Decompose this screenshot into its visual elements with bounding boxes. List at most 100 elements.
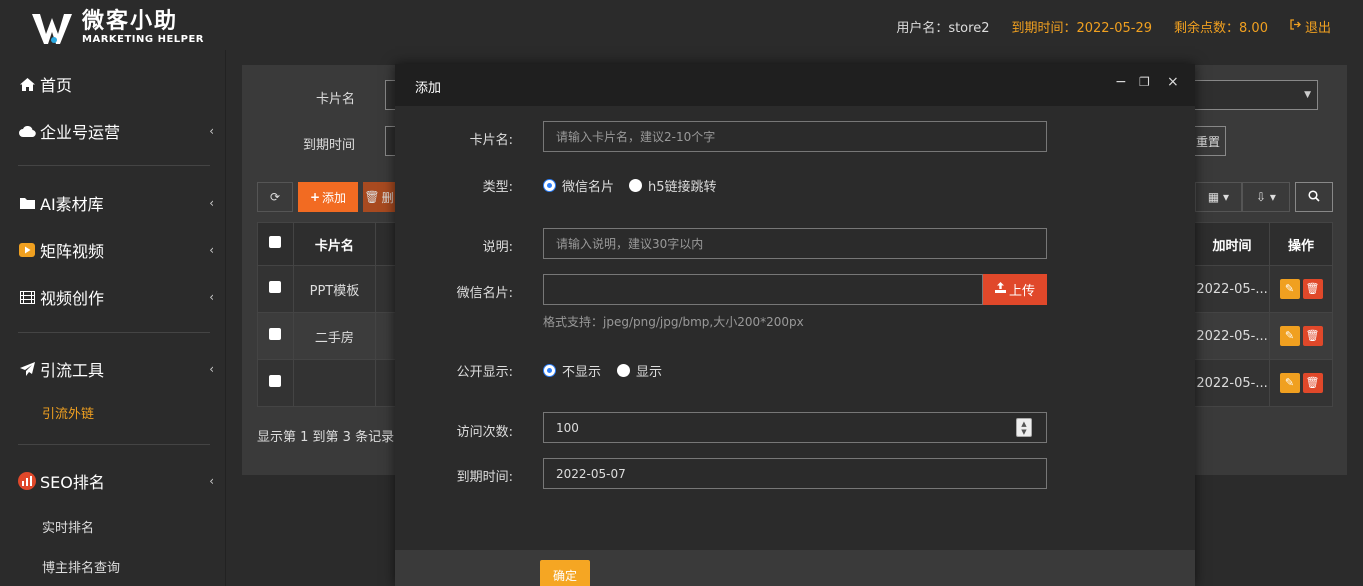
cell-time: 2022-05-... xyxy=(1194,312,1271,360)
film-icon xyxy=(18,290,36,304)
sidebar-item-label: SEO排名 xyxy=(40,473,105,492)
sidebar-item-seo-rank[interactable]: SEO排名 ‹ xyxy=(18,466,214,496)
chevron-left-icon: ‹ xyxy=(209,243,214,257)
add-button[interactable]: + 添加 xyxy=(298,182,358,212)
radio-unselected-icon[interactable] xyxy=(629,179,642,192)
number-stepper[interactable]: ▲ ▼ xyxy=(1016,418,1032,437)
search-icon xyxy=(1308,189,1320,205)
home-icon xyxy=(18,77,36,91)
export-icon: ⇩ ▾ xyxy=(1256,190,1276,204)
sidebar-item-label: 矩阵视频 xyxy=(40,242,105,261)
edit-icon[interactable]: ✎ xyxy=(1279,373,1300,393)
radio-selected-icon[interactable] xyxy=(543,179,556,192)
col-header-time[interactable]: 加时间 xyxy=(1194,222,1271,266)
remaining-points-label: 剩余点数：8.00 xyxy=(1174,21,1268,36)
type-option-h5-label: h5链接跳转 xyxy=(648,180,717,195)
delete-icon[interactable]: 🗑 xyxy=(1302,373,1323,393)
filter-select[interactable]: ▼ xyxy=(1190,80,1318,110)
public-radio-show[interactable]: 显示 xyxy=(617,361,662,380)
description-input[interactable] xyxy=(543,228,1047,259)
sidebar-item-label: 引流工具 xyxy=(40,361,105,380)
stepper-down-icon[interactable]: ▼ xyxy=(1021,428,1026,436)
reset-button[interactable]: 重置 xyxy=(1190,126,1226,156)
upload-icon xyxy=(994,282,1006,297)
card-name-input[interactable] xyxy=(543,121,1047,152)
stepper-up-icon[interactable]: ▲ xyxy=(1021,420,1026,428)
logout-link[interactable]: 退出 xyxy=(1290,17,1331,36)
public-option-hide-label: 不显示 xyxy=(562,365,602,380)
modal-footer: 确定 xyxy=(395,550,1195,586)
minimize-icon[interactable]: − xyxy=(1115,74,1127,90)
reset-button-label: 重置 xyxy=(1195,134,1220,149)
chevron-left-icon: ‹ xyxy=(209,290,214,304)
chevron-left-icon: ‹ xyxy=(209,474,214,488)
row-checkbox[interactable] xyxy=(269,375,282,387)
type-label: 类型: xyxy=(482,180,513,195)
filter-card-name-label: 卡片名 xyxy=(316,92,356,107)
public-radio-hide[interactable]: 不显示 xyxy=(543,361,601,380)
select-all-cell[interactable] xyxy=(257,222,294,266)
delete-button[interactable]: 🗑 删 xyxy=(363,182,395,212)
sidebar-divider xyxy=(18,165,210,166)
public-display-label: 公开显示: xyxy=(456,365,513,380)
add-button-label: 添加 xyxy=(322,190,347,205)
format-hint: 格式支持：jpeg/png/jpg/bmp,大小200*200px xyxy=(543,315,804,329)
sidebar-item-video-create[interactable]: 视频创作 ‹ xyxy=(18,282,214,312)
col-header-card-name[interactable]: 卡片名 xyxy=(292,222,376,266)
visits-number-input[interactable] xyxy=(543,412,1047,443)
caret-down-icon: ▼ xyxy=(1304,90,1311,100)
top-header: 微客小助 MARKETING HELPER 用户名：store2 到期时间：20… xyxy=(0,0,1363,50)
refresh-button[interactable]: ⟳ xyxy=(257,182,293,212)
cell-time: 2022-05-... xyxy=(1194,359,1271,407)
type-option-wechat-label: 微信名片 xyxy=(562,180,615,195)
chevron-left-icon: ‹ xyxy=(209,362,214,376)
seo-icon xyxy=(18,472,36,490)
sidebar-item-home[interactable]: 首页 xyxy=(18,69,214,99)
logo-subtitle: MARKETING HELPER xyxy=(82,34,205,45)
logout-label: 退出 xyxy=(1304,21,1331,36)
radio-unselected-icon[interactable] xyxy=(617,364,630,377)
close-icon[interactable]: × xyxy=(1167,74,1179,90)
sidebar-item-enterprise[interactable]: 企业号运营 ‹ xyxy=(18,116,214,146)
sidebar-subitem-realtime-rank[interactable]: 实时排名 xyxy=(42,517,94,536)
modal-header: 添加 − ❐ × xyxy=(395,64,1195,106)
select-all-checkbox[interactable] xyxy=(269,236,282,248)
expire-date-input[interactable] xyxy=(543,458,1047,489)
grid-icon: ▦ ▾ xyxy=(1207,190,1230,204)
logo: 微客小助 MARKETING HELPER xyxy=(32,10,204,46)
plus-icon: + xyxy=(309,190,321,204)
search-button[interactable] xyxy=(1295,182,1333,212)
modal-title: 添加 xyxy=(415,81,442,96)
expire-date-label: 到期时间：2022-05-29 xyxy=(1011,21,1153,36)
edit-icon[interactable]: ✎ xyxy=(1279,279,1300,299)
upload-button[interactable]: 上传 xyxy=(983,274,1047,305)
export-button[interactable]: ⇩ ▾ xyxy=(1242,182,1290,212)
sidebar-subitem-blogger-rank[interactable]: 博主排名查询 xyxy=(42,557,120,576)
edit-icon[interactable]: ✎ xyxy=(1279,326,1300,346)
confirm-button[interactable]: 确定 xyxy=(540,560,590,586)
type-radio-h5[interactable]: h5链接跳转 xyxy=(629,176,717,195)
filter-expire-label: 到期时间 xyxy=(303,138,356,153)
row-checkbox[interactable] xyxy=(269,281,282,293)
wechat-card-file-input[interactable] xyxy=(543,274,983,305)
row-checkbox[interactable] xyxy=(269,328,282,340)
sidebar-item-label: 首页 xyxy=(40,76,73,95)
sidebar-subitem-external-links[interactable]: 引流外链 xyxy=(42,403,94,422)
radio-selected-icon[interactable] xyxy=(543,364,556,377)
upload-button-label: 上传 xyxy=(1008,284,1035,299)
logo-w-icon xyxy=(32,10,76,46)
delete-icon[interactable]: 🗑 xyxy=(1302,279,1323,299)
sidebar-item-traffic-tools[interactable]: 引流工具 ‹ xyxy=(18,354,214,384)
logout-icon xyxy=(1290,19,1301,34)
add-card-modal: 添加 − ❐ × 卡片名: 类型: 微信名片 h5链接跳转 说明: 微信名片: … xyxy=(395,64,1195,586)
card-name-label: 卡片名: xyxy=(469,133,513,148)
sidebar-item-ai-library[interactable]: AI素材库 ‹ xyxy=(18,188,214,218)
delete-icon[interactable]: 🗑 xyxy=(1302,326,1323,346)
delete-button-label: 删 xyxy=(381,190,394,205)
maximize-icon[interactable]: ❐ xyxy=(1139,75,1150,89)
columns-toggle-button[interactable]: ▦ ▾ xyxy=(1195,182,1242,212)
sidebar-item-matrix-video[interactable]: 矩阵视频 ‹ xyxy=(18,235,214,265)
sidebar-divider xyxy=(18,444,210,445)
type-radio-wechat[interactable]: 微信名片 xyxy=(543,176,614,195)
trash-icon: 🗑 xyxy=(364,190,380,204)
